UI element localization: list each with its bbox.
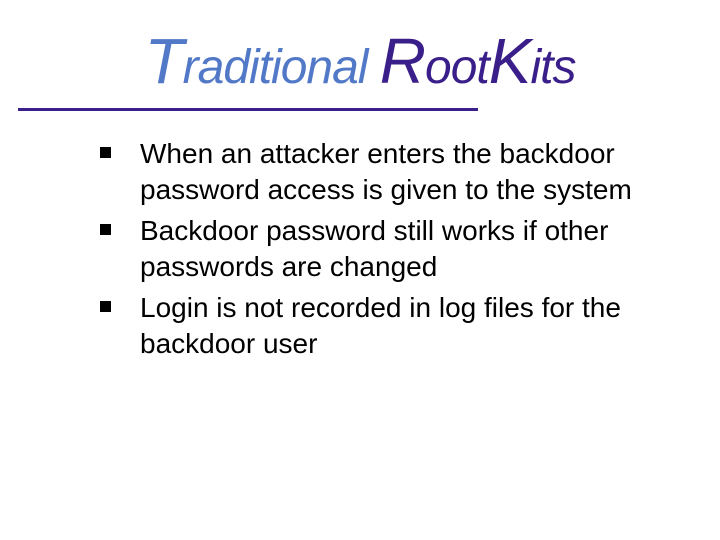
title-word2-mid: oot	[425, 41, 489, 94]
bullet-text: When an attacker enters the backdoor pas…	[140, 138, 632, 205]
title-word-2: RootKits	[380, 41, 576, 94]
title-word2-end: its	[530, 41, 575, 94]
square-bullet-icon	[100, 224, 111, 235]
list-item: Login is not recorded in log files for t…	[100, 290, 660, 363]
slide-title-container: Traditional RootKits	[0, 24, 720, 98]
title-underline	[18, 108, 478, 111]
title-word1-initial: T	[145, 25, 183, 97]
slide-content: When an attacker enters the backdoor pas…	[100, 136, 660, 366]
slide-title: Traditional RootKits	[145, 24, 576, 98]
bullet-text: Backdoor password still works if other p…	[140, 215, 608, 282]
list-item: When an attacker enters the backdoor pas…	[100, 136, 660, 209]
bullet-list: When an attacker enters the backdoor pas…	[100, 136, 660, 362]
list-item: Backdoor password still works if other p…	[100, 213, 660, 286]
title-word2-cap2: K	[489, 25, 531, 97]
bullet-text: Login is not recorded in log files for t…	[140, 292, 621, 359]
square-bullet-icon	[100, 301, 111, 312]
title-word2-cap1: R	[380, 25, 425, 97]
title-word1-rest: raditional	[183, 41, 368, 94]
title-word-1: Traditional	[145, 41, 368, 94]
square-bullet-icon	[100, 147, 111, 158]
